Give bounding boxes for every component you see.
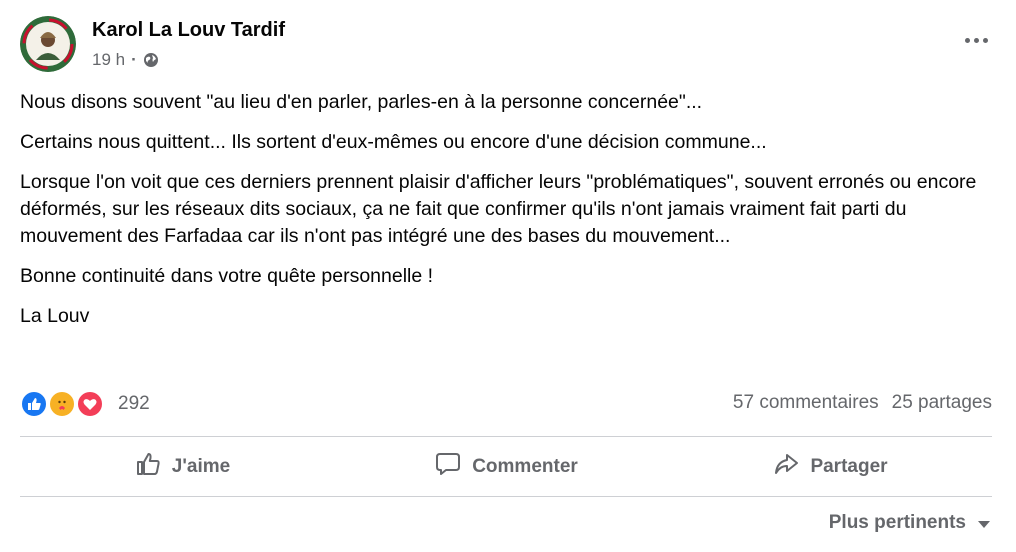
caret-down-icon	[978, 521, 990, 528]
post-paragraph: Lorsque l'on voit que ces derniers prenn…	[20, 171, 977, 247]
like-label: J'aime	[171, 456, 231, 477]
sort-label: Plus pertinents	[828, 512, 966, 533]
post-meta: 19 h ·	[92, 50, 159, 70]
author-name[interactable]: Karol La Louv Tardif	[92, 19, 285, 42]
more-options-icon[interactable]	[958, 28, 994, 52]
reaction-count: 292	[118, 393, 150, 414]
post-header: Karol La Louv Tardif 19 h ·	[20, 16, 996, 76]
comment-icon	[434, 450, 462, 484]
post-body: Nous disons souvent "au lieu d'en parler…	[20, 89, 1000, 343]
action-bar: J'aime Commenter Partager	[20, 440, 992, 494]
comments-count[interactable]: 57 commentaires	[733, 392, 879, 414]
post-stats: 57 commentaires 25 partages	[733, 392, 992, 414]
comment-label: Commenter	[472, 456, 578, 477]
share-icon	[772, 450, 800, 484]
love-icon	[76, 390, 104, 418]
meta-separator: ·	[131, 50, 137, 69]
shares-count[interactable]: 25 partages	[892, 392, 992, 414]
reactions-summary[interactable]: 292	[20, 389, 150, 419]
post-paragraph: Nous disons souvent "au lieu d'en parler…	[20, 91, 703, 113]
divider	[20, 496, 992, 497]
post-time[interactable]: 19 h	[92, 50, 125, 70]
share-button[interactable]: Partager	[668, 440, 992, 494]
comment-sort-dropdown[interactable]: Plus pertinents	[829, 512, 990, 534]
reaction-icons	[20, 389, 106, 419]
comment-button[interactable]: Commenter	[344, 440, 668, 494]
like-button[interactable]: J'aime	[20, 440, 344, 494]
share-label: Partager	[810, 456, 888, 477]
care-icon	[48, 390, 76, 418]
post-paragraph: Certains nous quittent... Ils sortent d'…	[20, 131, 767, 153]
post-paragraph: La Louv	[20, 305, 90, 327]
avatar[interactable]	[20, 16, 76, 72]
post-paragraph: Bonne continuité dans votre quête person…	[20, 265, 434, 287]
thumbs-up-icon	[134, 450, 162, 484]
like-icon	[20, 390, 48, 418]
globe-icon	[143, 52, 159, 68]
divider	[20, 436, 992, 437]
